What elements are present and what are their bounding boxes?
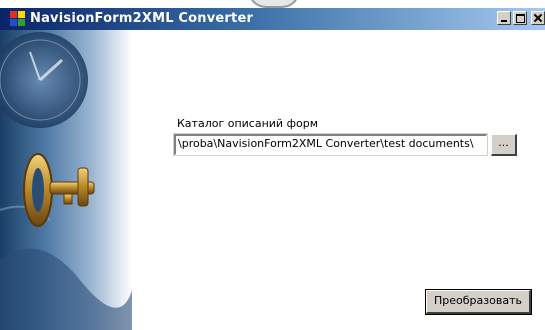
desktop-decoration [248, 0, 300, 8]
title-bar[interactable]: NavisionForm2XML Converter [0, 8, 545, 30]
clock-face [0, 32, 88, 128]
window-title: NavisionForm2XML Converter [30, 11, 254, 26]
maximize-icon[interactable] [513, 11, 527, 25]
minimize-icon[interactable] [497, 11, 511, 25]
key-clock-illustration [0, 32, 132, 330]
catalog-label: Каталог описаний форм [177, 117, 318, 130]
desktop-strip [0, 0, 545, 8]
app-logo-icon[interactable] [10, 11, 26, 27]
main-window: NavisionForm2XML Converter Каталог описа… [0, 0, 545, 330]
browse-button[interactable]: ... [491, 134, 517, 156]
side-illustration [0, 30, 132, 330]
key-icon [23, 153, 95, 227]
catalog-path-field[interactable]: \proba\NavisionForm2XML Converter\test d… [173, 133, 488, 156]
close-icon[interactable] [531, 11, 545, 25]
convert-button[interactable]: Преобразовать [425, 289, 532, 315]
